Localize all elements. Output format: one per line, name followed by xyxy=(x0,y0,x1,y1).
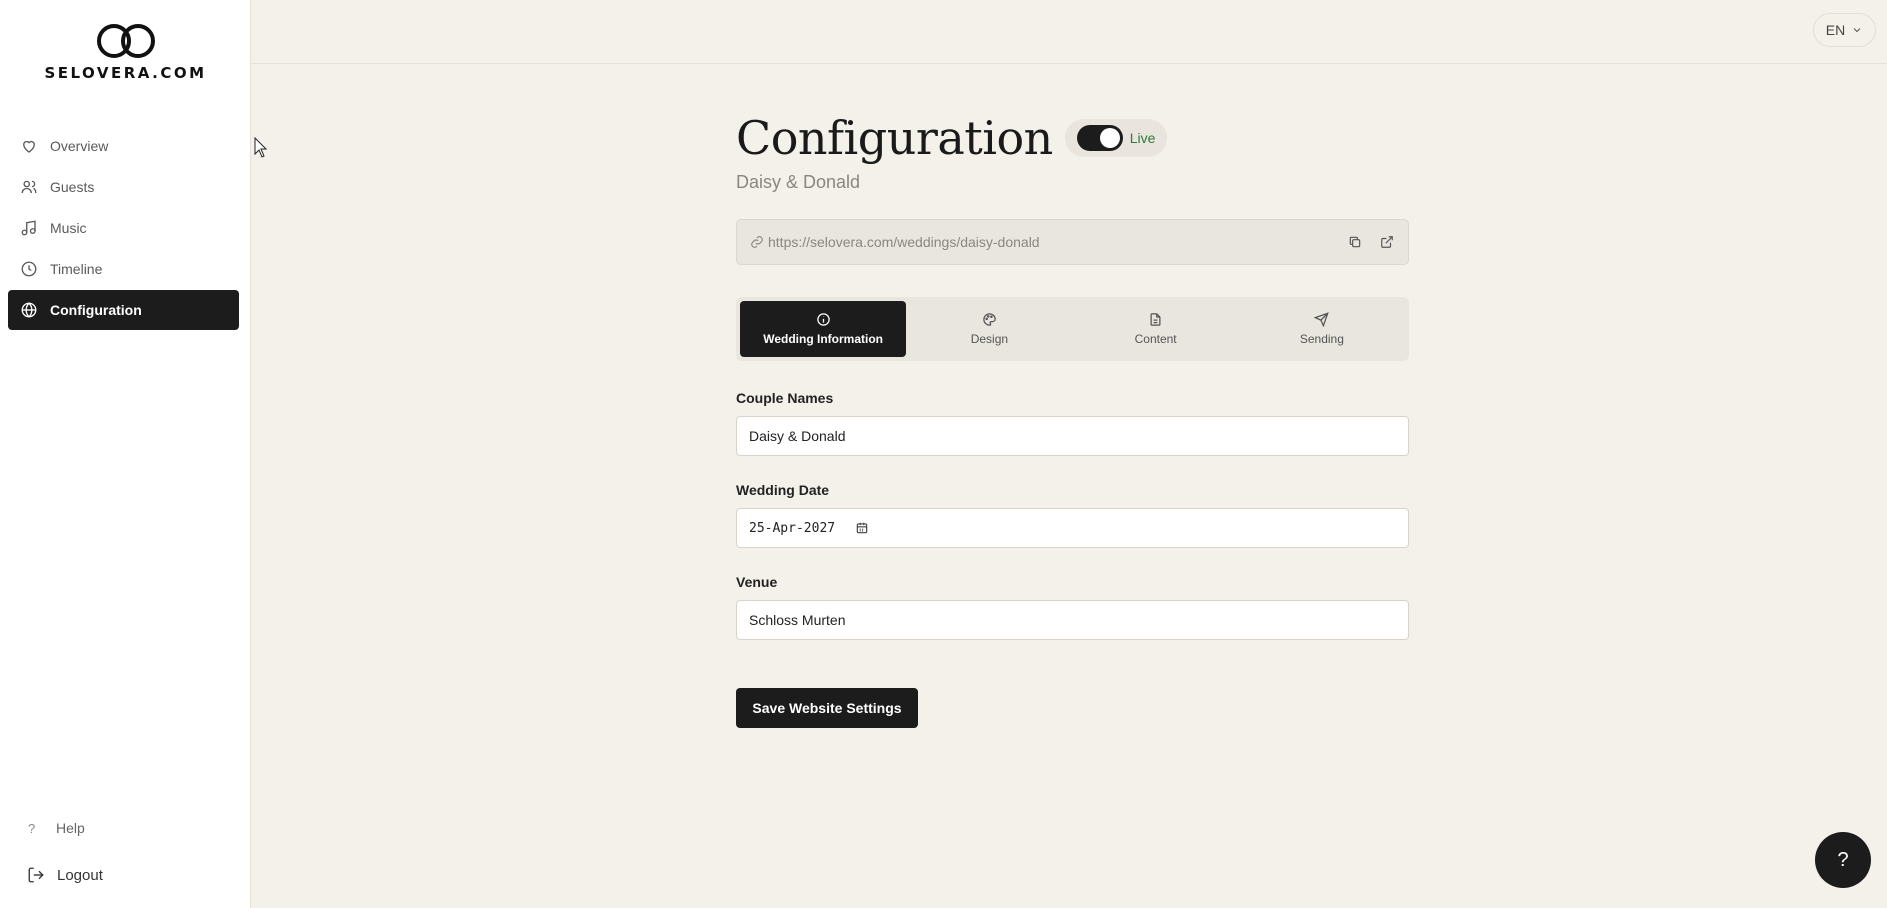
page-subtitle: Daisy & Donald xyxy=(736,172,861,192)
website-url-bar: https://selovera.com/weddings/daisy-dona… xyxy=(736,219,1409,265)
live-status-pill: Live xyxy=(1064,119,1168,157)
language-selector[interactable]: EN xyxy=(1813,13,1876,47)
help-chat-button[interactable]: ? xyxy=(1815,832,1871,888)
question-icon: ? xyxy=(28,820,36,836)
config-tabs: Wedding Information Design Content Sendi… xyxy=(736,297,1409,361)
sidebar-item-timeline[interactable]: Timeline xyxy=(8,249,239,289)
tab-wedding-information[interactable]: Wedding Information xyxy=(740,301,907,357)
wedding-date-field[interactable]: 25-Apr-2027 xyxy=(736,508,1409,548)
sidebar-item-label: Music xyxy=(50,220,87,236)
send-icon xyxy=(1314,312,1330,327)
sidebar: SELOVERA.COM Overview Guests Music Timel… xyxy=(0,0,251,908)
link-icon xyxy=(751,236,763,248)
heart-icon xyxy=(23,140,35,153)
save-website-settings-button[interactable]: Save Website Settings xyxy=(736,688,918,728)
info-icon xyxy=(816,313,830,326)
logo-text: SELOVERA.COM xyxy=(44,64,207,82)
main-content: Configuration Live Daisy & Donald https:… xyxy=(736,108,1409,728)
tab-label: Design xyxy=(970,332,1009,346)
venue-field-wrapper xyxy=(736,600,1409,640)
wedding-date-label: Wedding Date xyxy=(736,482,830,498)
chevron-down-icon xyxy=(1853,28,1861,33)
couple-names-field-wrapper xyxy=(736,416,1409,456)
language-label: EN xyxy=(1825,22,1846,38)
logo[interactable]: SELOVERA.COM xyxy=(0,22,251,82)
couple-names-label: Couple Names xyxy=(736,390,834,406)
venue-label: Venue xyxy=(736,574,778,590)
wedding-date-value: 25-Apr-2027 xyxy=(749,520,836,536)
sidebar-item-music[interactable]: Music xyxy=(8,208,239,248)
tab-design[interactable]: Design xyxy=(906,301,1072,357)
logout-button[interactable]: Logout xyxy=(20,860,103,890)
palette-icon xyxy=(983,313,996,326)
couple-names-input[interactable] xyxy=(749,428,1408,444)
url-actions xyxy=(1330,235,1394,249)
mouse-cursor-icon xyxy=(254,137,268,158)
venue-input[interactable] xyxy=(749,612,1408,628)
copy-icon[interactable] xyxy=(1348,235,1362,249)
tab-label: Content xyxy=(1134,332,1177,346)
tab-label: Sending xyxy=(1299,332,1344,346)
tab-label: Wedding Information xyxy=(763,332,883,346)
tab-content[interactable]: Content xyxy=(1073,301,1239,357)
live-toggle[interactable] xyxy=(1076,125,1123,151)
sidebar-item-label: Overview xyxy=(50,138,109,154)
title-row: Configuration Live xyxy=(736,108,1409,168)
sidebar-item-configuration[interactable]: Configuration xyxy=(8,290,239,330)
tab-sending[interactable]: Sending xyxy=(1239,301,1405,357)
globe-icon xyxy=(21,302,37,318)
help-link[interactable]: ? Help xyxy=(20,813,85,843)
sidebar-item-overview[interactable]: Overview xyxy=(8,126,239,166)
logout-label: Logout xyxy=(57,866,103,884)
sidebar-item-label: Timeline xyxy=(50,261,103,277)
website-url[interactable]: https://selovera.com/weddings/daisy-dona… xyxy=(768,234,1330,250)
music-icon xyxy=(21,220,36,236)
clock-icon xyxy=(21,261,37,277)
sidebar-item-label: Guests xyxy=(50,179,95,195)
sidebar-item-guests[interactable]: Guests xyxy=(8,167,239,207)
sidebar-item-label: Configuration xyxy=(50,302,142,318)
logout-icon xyxy=(28,867,44,883)
external-link-icon[interactable] xyxy=(1380,235,1394,249)
rings-logo-icon xyxy=(96,24,155,58)
users-icon xyxy=(21,180,37,194)
calendar-icon[interactable] xyxy=(855,521,869,535)
help-label: Help xyxy=(56,820,85,836)
live-status-label: Live xyxy=(1129,130,1156,146)
sidebar-nav: Overview Guests Music Timeline Configura… xyxy=(8,126,239,331)
top-bar: EN xyxy=(251,0,1887,64)
page-title: Configuration xyxy=(736,111,1053,165)
document-icon xyxy=(1150,313,1161,326)
